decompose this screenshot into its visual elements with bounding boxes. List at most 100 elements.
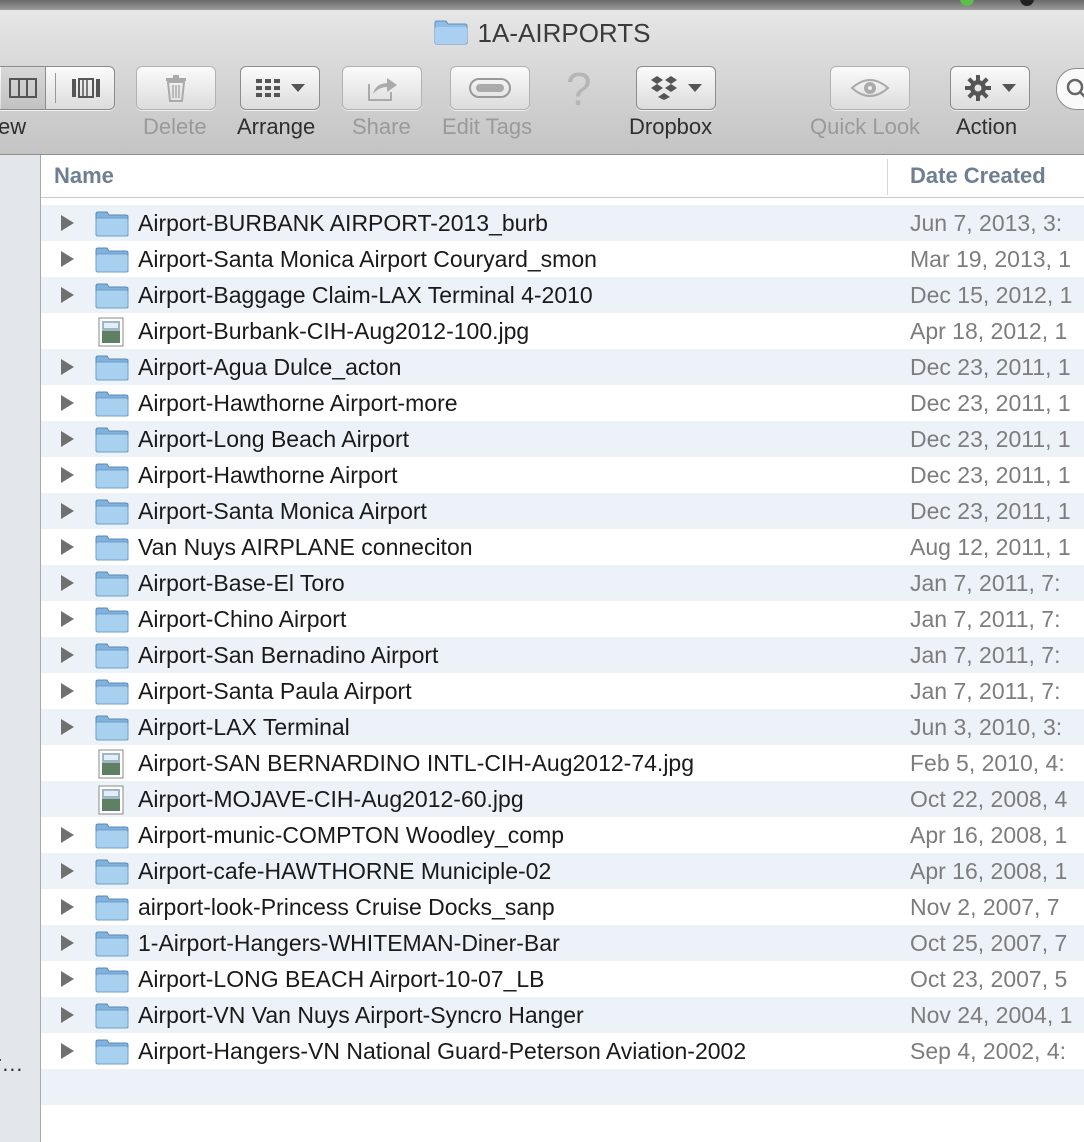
date-created: Feb 5, 2010, 4: xyxy=(910,750,1065,776)
file-row[interactable]: Airport-Burbank-CIH-Aug2012-100.jpg Apr 1… xyxy=(41,313,1084,349)
gear-icon xyxy=(965,75,991,101)
folder-row[interactable]: Van Nuys AIRPLANE conneciton Aug 12, 2011… xyxy=(41,529,1084,565)
column-divider[interactable] xyxy=(887,159,888,195)
column-view-icon[interactable] xyxy=(9,78,37,98)
delete-button[interactable] xyxy=(136,66,216,110)
file-name: Airport-Burbank-CIH-Aug2012-100.jpg xyxy=(138,318,530,344)
date-created: Oct 22, 2008, 4 xyxy=(910,786,1068,812)
disclosure-triangle-icon[interactable] xyxy=(61,719,74,735)
disclosure-triangle-icon[interactable] xyxy=(61,647,74,663)
file-name: Airport-Hangers-VN National Guard-Peters… xyxy=(138,1038,747,1064)
folder-row[interactable]: Airport-Hawthorne Airport Dec 23, 2011, 1 xyxy=(41,457,1084,493)
arrange-button[interactable] xyxy=(240,66,320,110)
share-button[interactable] xyxy=(342,66,422,110)
file-name: Airport-LONG BEACH Airport-10-07_LB xyxy=(138,966,545,992)
disclosure-triangle-icon[interactable] xyxy=(61,539,74,555)
folder-row[interactable]: Airport-Baggage Claim-LAX Terminal 4-201… xyxy=(41,277,1084,313)
disclosure-triangle-icon[interactable] xyxy=(61,863,74,879)
date-created: Jan 7, 2011, 7: xyxy=(910,606,1061,632)
edit-tags-label: Edit Tags xyxy=(442,114,533,139)
disclosure-triangle-icon[interactable] xyxy=(61,395,74,411)
action-label: Action xyxy=(956,114,1018,139)
disclosure-triangle-icon[interactable] xyxy=(61,683,74,699)
disclosure-triangle-icon[interactable] xyxy=(61,1007,74,1023)
help-icon[interactable]: ? xyxy=(566,62,592,116)
file-name: Airport-Santa Monica Airport Couryard_sm… xyxy=(138,246,597,272)
dropbox-button[interactable] xyxy=(636,66,716,110)
disclosure-triangle-icon[interactable] xyxy=(61,287,74,303)
quick-look-label: Quick Look xyxy=(810,114,921,139)
chevron-down-icon xyxy=(1002,84,1016,92)
file-name: airport-look-Princess Cruise Docks_sanp xyxy=(138,894,555,920)
disclosure-triangle-icon[interactable] xyxy=(61,503,74,519)
disclosure-triangle-icon[interactable] xyxy=(61,431,74,447)
folder-row[interactable]: Airport-munic-COMPTON Woodley_comp Apr 16… xyxy=(41,817,1084,853)
disclosure-triangle-icon[interactable] xyxy=(61,1043,74,1059)
eye-icon xyxy=(850,79,890,97)
sidebar: r… xyxy=(0,155,41,1142)
folder-row[interactable]: Airport-LONG BEACH Airport-10-07_LB Oct 2… xyxy=(41,961,1084,997)
folder-row[interactable]: Airport-VN Van Nuys Airport-Syncro Hange… xyxy=(41,997,1084,1033)
folder-row[interactable]: Airport-Hangers-VN National Guard-Peters… xyxy=(41,1033,1084,1069)
folder-row[interactable]: 1-Airport-Hangers-WHITEMAN-Diner-Bar Oct … xyxy=(41,925,1084,961)
date-created: Oct 23, 2007, 5 xyxy=(910,966,1068,992)
tag-icon xyxy=(469,78,511,98)
folder-row[interactable]: Airport-Hawthorne Airport-more Dec 23, 20… xyxy=(41,385,1084,421)
folder-icon xyxy=(95,281,129,314)
view-label: ew xyxy=(0,114,27,139)
folder-row[interactable]: Airport-cafe-HAWTHORNE Municiple-02 Apr 1… xyxy=(41,853,1084,889)
dropbox-label: Dropbox xyxy=(629,114,713,139)
disclosure-triangle-icon[interactable] xyxy=(61,611,74,627)
folder-icon xyxy=(95,1037,129,1070)
cover-flow-icon[interactable] xyxy=(71,78,101,98)
folder-row[interactable]: Airport-Base-El Toro Jan 7, 2011, 7: xyxy=(41,565,1084,601)
folder-row[interactable]: airport-look-Princess Cruise Docks_sanp N… xyxy=(41,889,1084,925)
date-created: Jun 3, 2010, 3: xyxy=(910,714,1063,740)
view-mode-control[interactable] xyxy=(0,66,115,110)
finder-toolbar: 1A-AIRPORTS ew Delete Arrange Share Edit… xyxy=(0,0,1084,155)
disclosure-triangle-icon[interactable] xyxy=(61,827,74,843)
column-header-name[interactable]: Name xyxy=(54,163,114,189)
folder-icon xyxy=(95,641,129,674)
folder-row[interactable]: Airport-Agua Dulce_acton Dec 23, 2011, 1 xyxy=(41,349,1084,385)
folder-row[interactable]: Airport-BURBANK AIRPORT-2013_burb Jun 7, … xyxy=(41,205,1084,241)
file-name: Airport-Hawthorne Airport-more xyxy=(138,390,458,416)
folder-icon xyxy=(95,965,129,998)
disclosure-triangle-icon[interactable] xyxy=(61,899,74,915)
folder-icon xyxy=(95,605,129,638)
disclosure-triangle-icon[interactable] xyxy=(61,467,74,483)
folder-row[interactable]: Airport-Santa Paula Airport Jan 7, 2011, … xyxy=(41,673,1084,709)
disclosure-triangle-icon[interactable] xyxy=(61,575,74,591)
disclosure-triangle-icon[interactable] xyxy=(61,251,74,267)
folder-icon xyxy=(95,929,129,962)
file-name: Airport-Chino Airport xyxy=(138,606,347,632)
edit-tags-button[interactable] xyxy=(450,66,530,110)
action-button[interactable] xyxy=(950,66,1030,110)
file-row[interactable]: Airport-SAN BERNARDINO INTL-CIH-Aug2012-… xyxy=(41,745,1084,781)
folder-row[interactable]: Airport-Long Beach Airport Dec 23, 2011, … xyxy=(41,421,1084,457)
folder-row[interactable]: Airport-Chino Airport Jan 7, 2011, 7: xyxy=(41,601,1084,637)
menu-bar-strip xyxy=(0,0,1084,10)
quick-look-button[interactable] xyxy=(830,66,910,110)
date-created: Jun 7, 2013, 3: xyxy=(910,210,1063,236)
file-name: Airport-LAX Terminal xyxy=(138,714,350,740)
folder-row[interactable]: Airport-San Bernadino Airport Jan 7, 2011… xyxy=(41,637,1084,673)
folder-icon xyxy=(95,497,129,530)
folder-icon xyxy=(95,461,129,494)
folder-row[interactable]: Airport-Santa Monica Airport Dec 23, 2011… xyxy=(41,493,1084,529)
trash-icon xyxy=(166,75,186,102)
date-created: Dec 15, 2012, 1 xyxy=(910,282,1073,308)
disclosure-triangle-icon[interactable] xyxy=(61,935,74,951)
disclosure-triangle-icon[interactable] xyxy=(61,971,74,987)
folder-row[interactable]: Airport-Santa Monica Airport Couryard_sm… xyxy=(41,241,1084,277)
file-row[interactable]: Airport-MOJAVE-CIH-Aug2012-60.jpg Oct 22,… xyxy=(41,781,1084,817)
disclosure-triangle-icon[interactable] xyxy=(61,359,74,375)
list-header: Name Date Created xyxy=(41,155,1084,198)
sidebar-item[interactable]: r… xyxy=(0,1051,23,1077)
folder-row[interactable]: Airport-LAX Terminal Jun 3, 2010, 3: xyxy=(41,709,1084,745)
file-name: Airport-cafe-HAWTHORNE Municiple-02 xyxy=(138,858,552,884)
delete-label: Delete xyxy=(143,114,207,139)
search-field[interactable] xyxy=(1056,68,1084,110)
disclosure-triangle-icon[interactable] xyxy=(61,215,74,231)
column-header-date-created[interactable]: Date Created xyxy=(910,163,1046,189)
